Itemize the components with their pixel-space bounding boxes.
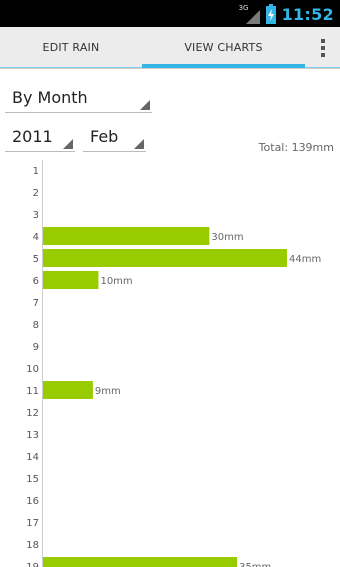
tab-view-charts[interactable]: VIEW CHARTS: [142, 27, 305, 68]
tick-label-day: 15: [26, 474, 39, 485]
tick-label-day: 5: [33, 254, 39, 265]
bar-value-label: 44mm: [289, 254, 321, 265]
tick-label-day: 3: [33, 210, 39, 221]
bar-day: [43, 557, 238, 567]
month-value: Feb: [90, 127, 119, 146]
dropdown-triangle-icon: [134, 139, 144, 149]
total-rainfall: Total: 139mm: [258, 141, 334, 154]
bar-day: [43, 381, 93, 399]
dropdown-triangle-icon: [140, 100, 150, 110]
month-spinner[interactable]: Feb: [83, 123, 146, 152]
tick-label-day: 12: [26, 408, 39, 419]
tick-label-day: 10: [26, 364, 39, 375]
tick-label-day: 18: [26, 540, 39, 551]
status-bar: 3G 11:52: [0, 0, 340, 27]
battery-icon: [265, 4, 276, 24]
tick-label-day: 17: [26, 518, 39, 529]
tick-label-day: 16: [26, 496, 39, 507]
tick-label-day: 6: [33, 276, 39, 287]
tick-label-day: 11: [26, 386, 39, 397]
bar-value-label: 30mm: [211, 232, 243, 243]
tick-label-day: 4: [33, 232, 39, 243]
tab-selected-indicator: [142, 64, 305, 68]
period-spinner[interactable]: By Month: [5, 84, 152, 113]
period-value: By Month: [12, 88, 88, 107]
tick-label-day: 14: [26, 452, 39, 463]
bar-day: [43, 271, 99, 289]
rain-bar-chart: 1234 30mm5 44mm6 10mm7891011 9mm121314151617…: [26, 166, 321, 567]
bar-day: [43, 249, 287, 267]
dropdown-triangle-icon: [63, 139, 73, 149]
bar-value-label: 35mm: [239, 562, 271, 567]
tab-edit-rain[interactable]: EDIT RAIN: [0, 27, 142, 68]
tick-label-day: 8: [33, 320, 39, 331]
bar-value-label: 9mm: [95, 386, 121, 397]
bar-value-label: 10mm: [100, 276, 132, 287]
year-spinner[interactable]: 2011: [5, 123, 75, 152]
tick-label-day: 7: [33, 298, 39, 309]
tick-label-day: 1: [33, 166, 39, 177]
clock: 11:52: [281, 4, 334, 24]
tab-bar: EDIT RAIN VIEW CHARTS: [0, 27, 340, 69]
overflow-menu-icon[interactable]: [305, 27, 340, 68]
tick-label-day: 13: [26, 430, 39, 441]
bar-day: [43, 227, 210, 245]
tick-label-day: 19: [26, 562, 39, 567]
signal-icon: 3G: [238, 4, 260, 24]
tick-label-day: 9: [33, 342, 39, 353]
year-value: 2011: [12, 127, 53, 146]
tick-label-day: 2: [33, 188, 39, 199]
